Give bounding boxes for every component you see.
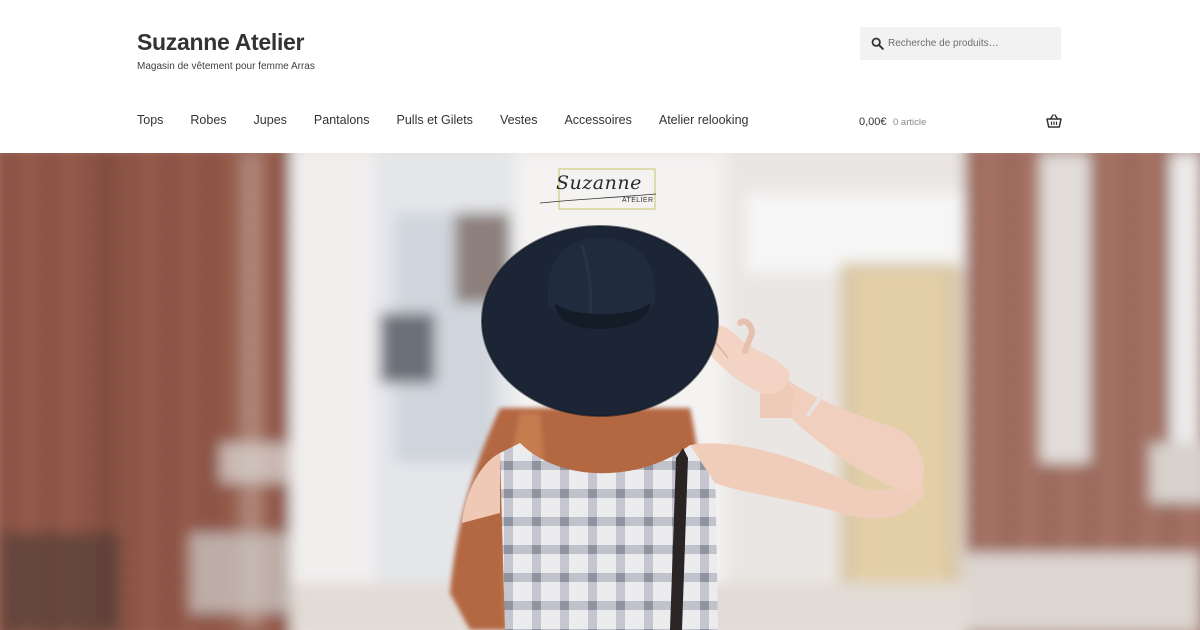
hero-logo: Suzanne ATELIER <box>538 168 658 212</box>
site-tagline: Magasin de vêtement pour femme Arras <box>137 61 315 72</box>
logo-script: Suzanne <box>556 172 642 194</box>
basket-icon[interactable] <box>1046 114 1062 128</box>
hero-banner <box>0 153 1200 630</box>
hero-photo <box>0 153 1200 630</box>
site-header: Suzanne Atelier Magasin de vêtement pour… <box>0 0 1200 153</box>
nav-item-pulls-et-gilets[interactable]: Pulls et Gilets <box>397 113 473 133</box>
site-title[interactable]: Suzanne Atelier <box>137 29 305 56</box>
nav-item-jupes[interactable]: Jupes <box>254 113 287 133</box>
nav-item-accessoires[interactable]: Accessoires <box>564 113 631 133</box>
search-box <box>860 27 1061 60</box>
cart-amount[interactable]: 0,00€ <box>859 116 887 128</box>
header-cart[interactable]: 0,00€ 0 article <box>859 114 1062 132</box>
nav-item-tops[interactable]: Tops <box>137 113 163 133</box>
cart-count[interactable]: 0 article <box>893 117 926 128</box>
search-input[interactable] <box>886 27 1056 60</box>
search-icon <box>871 37 884 50</box>
nav-item-vestes[interactable]: Vestes <box>500 113 538 133</box>
primary-navigation: Tops Robes Jupes Pantalons Pulls et Gile… <box>137 113 776 133</box>
nav-item-atelier-relooking[interactable]: Atelier relooking <box>659 113 749 133</box>
nav-item-robes[interactable]: Robes <box>190 113 226 133</box>
nav-item-pantalons[interactable]: Pantalons <box>314 113 370 133</box>
logo-caption: ATELIER <box>622 197 654 204</box>
